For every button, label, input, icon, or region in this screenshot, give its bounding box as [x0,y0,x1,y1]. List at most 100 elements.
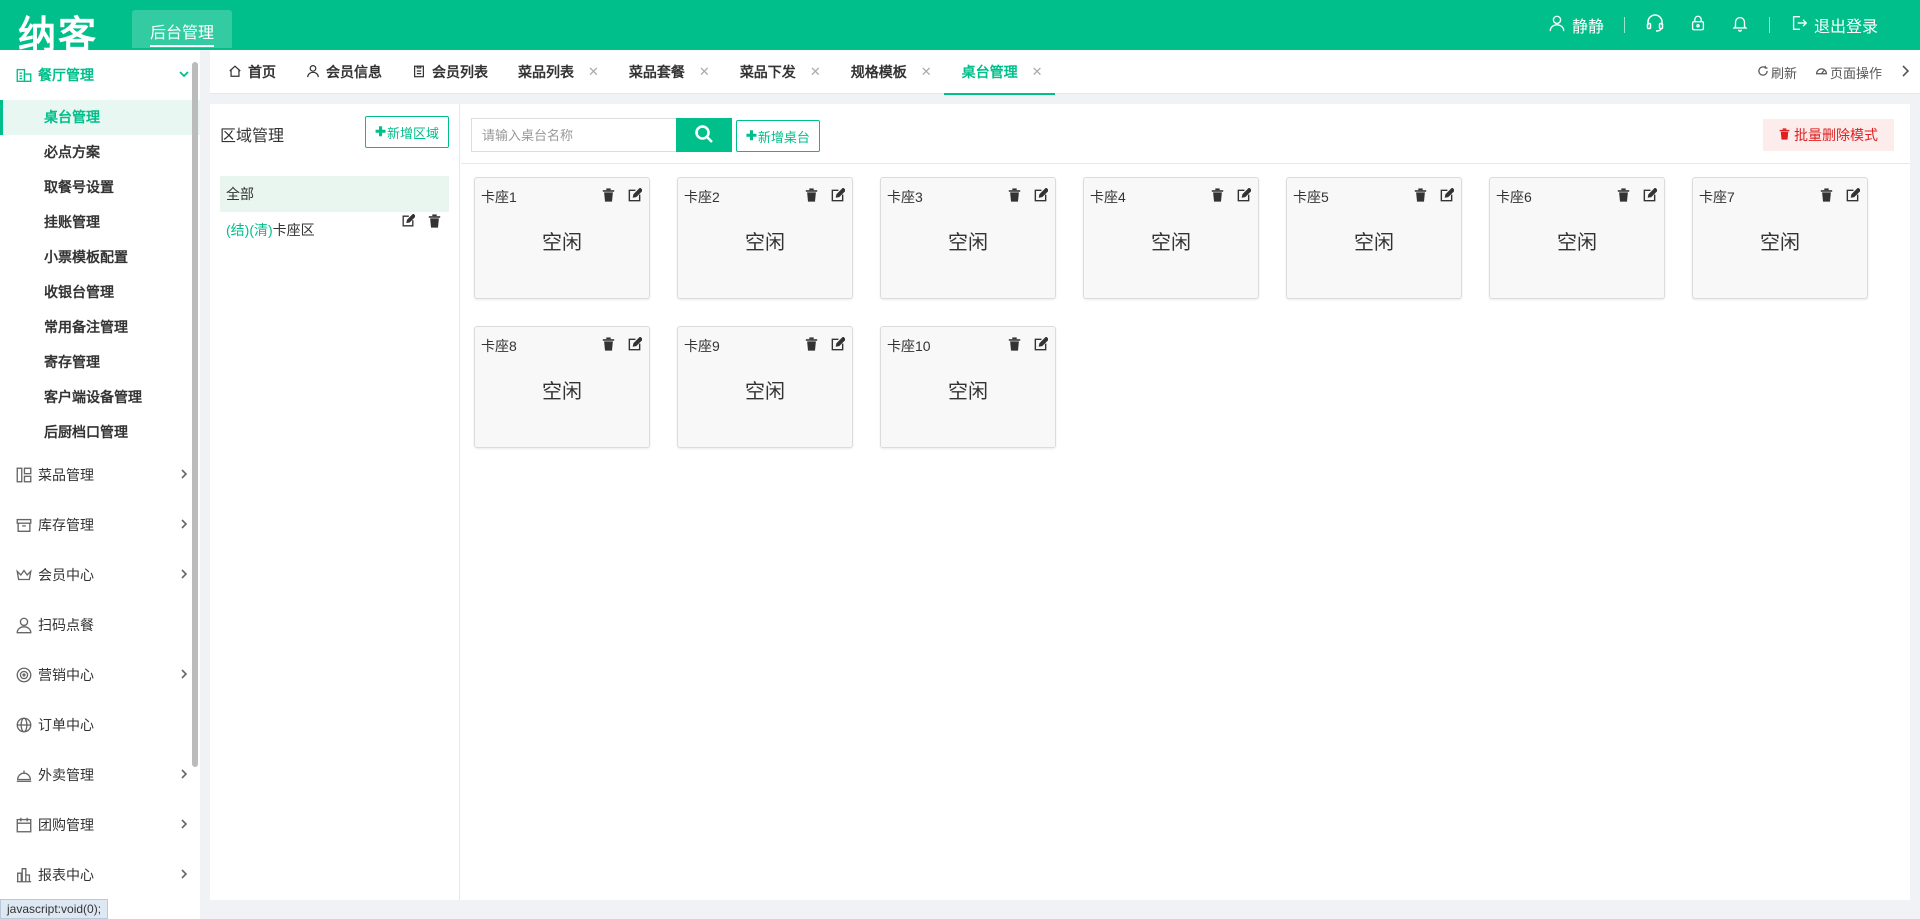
table-card[interactable]: 卡座5 空闲 [1286,177,1462,299]
trash-icon[interactable] [1614,186,1632,204]
sidebar-group-inventory[interactable]: 库存管理 [0,500,200,550]
trash-icon[interactable] [1817,186,1835,204]
edit-icon[interactable] [625,186,643,204]
sidebar-group-groupbuy[interactable]: 团购管理 [0,800,200,850]
sidebar-group-takeout[interactable]: 外卖管理 [0,750,200,800]
table-name: 卡座10 [887,338,931,354]
edit-icon[interactable] [625,335,643,353]
close-icon[interactable]: ✕ [588,64,599,80]
edit-icon[interactable] [1437,186,1455,204]
add-table-button[interactable]: ✚ 新增桌台 [736,120,820,152]
module-tab-label: 后台管理 [149,19,214,47]
sidebar-item-cashier[interactable]: 收银台管理 [0,275,200,310]
sidebar-item-kitchen-station[interactable]: 后厨档口管理 [0,415,200,450]
edit-icon[interactable] [1843,186,1861,204]
edit-icon[interactable] [1234,186,1252,204]
close-icon[interactable]: ✕ [810,64,821,80]
edit-icon[interactable] [828,186,846,204]
sidebar-item-credit[interactable]: 挂账管理 [0,205,200,240]
sidebar-item-receipt-template[interactable]: 小票模板配置 [0,240,200,275]
trash-icon[interactable] [425,212,443,230]
tab-dish-list[interactable]: 菜品列表 ✕ [500,50,611,94]
sidebar-group-reports[interactable]: 报表中心 [0,850,200,900]
tab-dish-combo[interactable]: 菜品套餐 ✕ [611,50,722,94]
table-status: 空闲 [1557,232,1597,254]
chevron-right-icon[interactable] [1900,64,1910,80]
chevron-right-icon [178,767,190,783]
table-name: 卡座2 [684,189,720,205]
area-item[interactable]: (结)(清)卡座区 [220,212,449,248]
close-icon[interactable]: ✕ [699,64,710,80]
trash-icon[interactable] [802,186,820,204]
tab-home[interactable]: 首页 [210,50,288,94]
user-menu[interactable]: 静静 [1536,13,1616,37]
close-icon[interactable]: ✕ [1032,64,1043,80]
sidebar-group-label: 报表中心 [38,867,94,883]
trash-icon[interactable] [599,186,617,204]
tab-label: 桌台管理 [961,64,1018,80]
area-item-all[interactable]: 全部 [220,176,449,212]
edit-icon[interactable] [828,335,846,353]
sidebar-item-pickup-number[interactable]: 取餐号设置 [0,170,200,205]
search-button[interactable] [676,118,732,152]
trash-icon[interactable] [1005,335,1023,353]
sidebar-group-scan-order[interactable]: 扫码点餐 [0,600,200,650]
table-card[interactable]: 卡座2 空闲 [677,177,853,299]
table-card[interactable]: 卡座10 空闲 [880,326,1056,448]
sidebar-scrollbar[interactable] [192,62,198,767]
lock-button[interactable] [1677,14,1719,37]
archive-icon [14,515,34,535]
support-button[interactable] [1633,13,1677,38]
sidebar-group-dishes[interactable]: 菜品管理 [0,450,200,500]
edit-icon[interactable] [1031,335,1049,353]
tab-table-mgmt[interactable]: 桌台管理 ✕ [943,50,1055,95]
sidebar-item-storage[interactable]: 寄存管理 [0,345,200,380]
sidebar-group-label: 餐厅管理 [38,67,94,83]
table-card[interactable]: 卡座6 空闲 [1489,177,1665,299]
tab-member-info[interactable]: 会员信息 [288,50,394,94]
plus-icon: ✚ [375,124,386,139]
logout-button[interactable]: 退出登录 [1778,13,1890,37]
table-card[interactable]: 卡座7 空闲 [1692,177,1868,299]
close-icon[interactable]: ✕ [921,64,932,80]
edit-icon[interactable] [1640,186,1658,204]
sidebar-item-remarks[interactable]: 常用备注管理 [0,310,200,345]
trash-icon[interactable] [1208,186,1226,204]
table-card[interactable]: 卡座1 空闲 [474,177,650,299]
search-input[interactable] [471,118,676,152]
tab-dish-dispatch[interactable]: 菜品下发 ✕ [722,50,833,94]
sidebar-item-table-mgmt[interactable]: 桌台管理 [0,100,200,135]
tab-spec-template[interactable]: 规格模板 ✕ [833,50,944,94]
table-card[interactable]: 卡座3 空闲 [880,177,1056,299]
table-name: 卡座5 [1293,189,1329,205]
table-card[interactable]: 卡座8 空闲 [474,326,650,448]
module-tab-backend[interactable]: 后台管理 [132,10,232,48]
trash-icon[interactable] [1411,186,1429,204]
sidebar-group-members[interactable]: 会员中心 [0,550,200,600]
headset-icon [1645,13,1665,38]
sidebar-item-client-device[interactable]: 客户端设备管理 [0,380,200,415]
page-ops-button[interactable]: 页面操作 [1815,63,1882,82]
edit-icon[interactable] [1031,186,1049,204]
add-area-button[interactable]: ✚ 新增区域 [365,116,449,148]
trash-icon[interactable] [599,335,617,353]
notification-button[interactable] [1719,14,1761,37]
table-card[interactable]: 卡座9 空闲 [677,326,853,448]
table-name: 卡座3 [887,189,923,205]
table-toolbar: ✚ 新增桌台 批量删除模式 [461,104,1910,164]
edit-icon[interactable] [399,212,417,230]
table-name: 卡座7 [1699,189,1735,205]
search-icon [694,124,714,147]
trash-icon[interactable] [1005,186,1023,204]
tab-member-list[interactable]: 会员列表 [394,50,500,94]
trash-icon[interactable] [802,335,820,353]
batch-delete-label: 批量删除模式 [1794,127,1878,143]
sidebar-group-restaurant[interactable]: 餐厅管理 [0,50,200,100]
batch-delete-button[interactable]: 批量删除模式 [1763,119,1894,151]
sidebar-group-label: 营销中心 [38,667,94,683]
table-card[interactable]: 卡座4 空闲 [1083,177,1259,299]
refresh-button[interactable]: 刷新 [1757,63,1797,82]
sidebar-item-must-order[interactable]: 必点方案 [0,135,200,170]
sidebar-group-marketing[interactable]: 营销中心 [0,650,200,700]
sidebar-group-orders[interactable]: 订单中心 [0,700,200,750]
